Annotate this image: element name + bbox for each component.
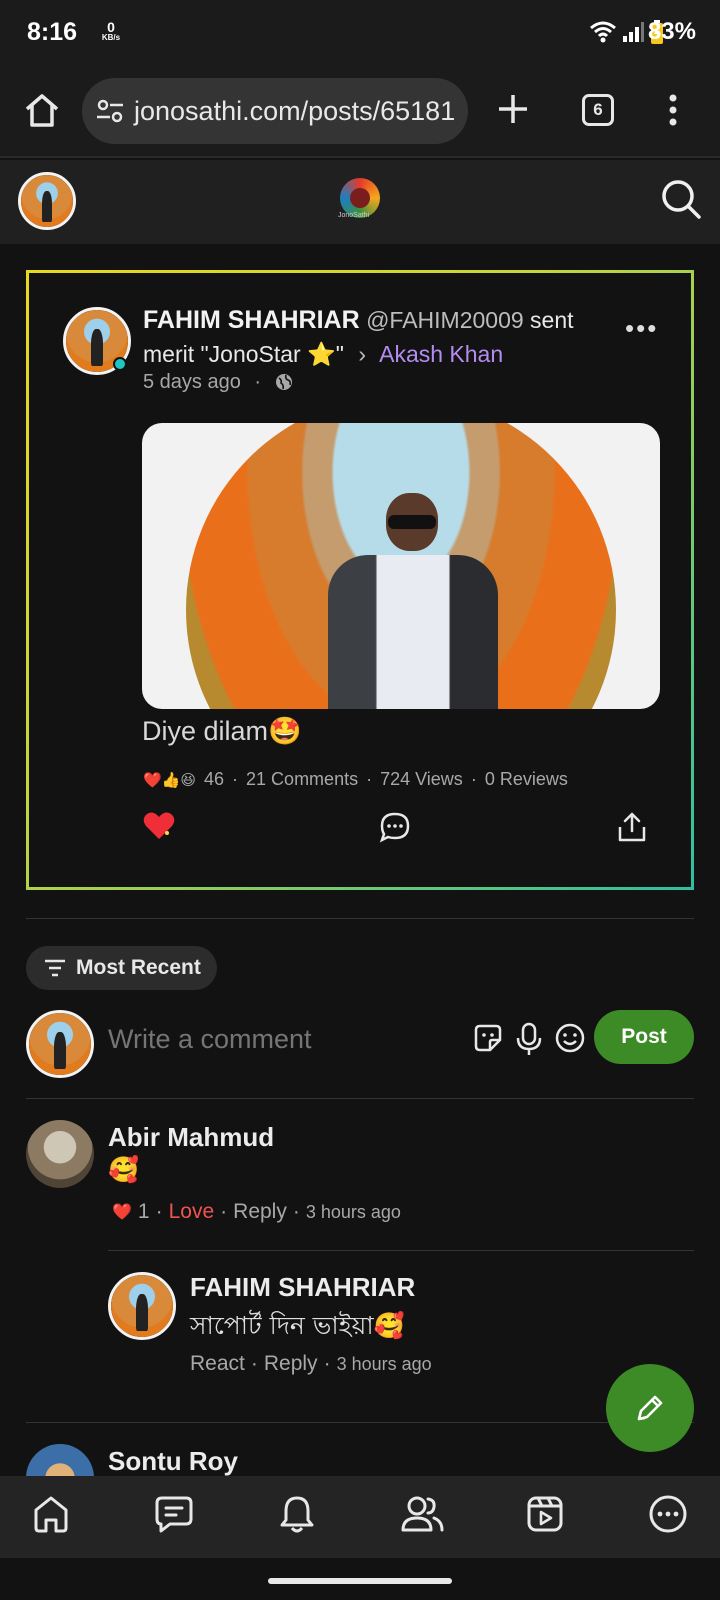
reply-button[interactable]: Reply (233, 1200, 287, 1224)
avatar-image (29, 1013, 91, 1075)
comment-reaction-count[interactable]: 1 (138, 1200, 150, 1224)
comment-count[interactable]: 21 Comments (246, 769, 358, 790)
separator-dot: · (366, 769, 373, 789)
address-bar[interactable]: jonosathi.com/posts/65181 (82, 78, 468, 144)
separator-dot: · (292, 1200, 300, 1223)
bottom-navigation (0, 1476, 720, 1558)
divider (26, 918, 694, 919)
reply-author-avatar[interactable] (108, 1272, 176, 1340)
network-speed: 0 KB/s (96, 20, 126, 42)
reply-button[interactable]: Reply (264, 1352, 318, 1376)
avatar-image (111, 1275, 173, 1337)
post-header: FAHIM SHAHRIAR @FAHIM20009 sent merit "J… (143, 303, 613, 371)
url-text[interactable]: jonosathi.com/posts/65181 (134, 96, 455, 127)
search-icon[interactable] (660, 178, 702, 220)
network-speed-value: 0 (107, 19, 115, 35)
separator-dot: · (254, 371, 262, 393)
reaction-count[interactable]: 46 (204, 769, 224, 790)
browser-home-icon[interactable] (22, 90, 62, 130)
separator-dot: · (470, 769, 477, 789)
comment-text: 🥰 (108, 1156, 140, 1184)
post-card: FAHIM SHAHRIAR @FAHIM20009 sent merit "J… (26, 270, 694, 890)
gesture-area (0, 1558, 720, 1600)
divider (26, 1098, 694, 1099)
react-button[interactable]: React (190, 1352, 245, 1376)
post-caption: Diye dilam🤩 (142, 716, 302, 746)
love-button[interactable]: Love (169, 1200, 215, 1224)
pencil-icon (637, 1395, 663, 1421)
bell-icon[interactable] (278, 1494, 316, 1534)
love-reaction-icon[interactable] (143, 811, 175, 841)
sort-label: Most Recent (76, 956, 201, 979)
post-image[interactable] (142, 423, 660, 709)
divider (26, 1422, 694, 1423)
user-avatar[interactable] (18, 172, 76, 230)
comment-author-name[interactable]: Sontu Roy (108, 1446, 238, 1477)
network-speed-unit: KB/s (101, 33, 121, 42)
comment-meta: ❤️ 1 · Love · Reply · 3 hours ago (112, 1200, 401, 1224)
site-header: JonoSathi (0, 160, 720, 244)
reply-text: সাপোর্ট দিন ভাইয়া🥰 (190, 1311, 405, 1340)
reply-meta: React · Reply · 3 hours ago (190, 1352, 432, 1376)
reaction-emojis[interactable]: ❤️👍😆 (143, 771, 196, 789)
separator-dot: · (155, 1200, 163, 1223)
comment-time: 3 hours ago (305, 1201, 401, 1222)
users-icon[interactable] (400, 1494, 444, 1534)
status-time: 8:16 (27, 18, 78, 46)
separator-dot: · (232, 769, 239, 789)
review-count[interactable]: 0 Reviews (485, 769, 568, 790)
comment-author-name[interactable]: Abir Mahmud (108, 1122, 274, 1153)
tab-switcher-button[interactable]: 6 (582, 94, 614, 126)
photo-person (328, 493, 498, 709)
wifi-icon (590, 21, 616, 43)
video-icon[interactable] (526, 1494, 564, 1534)
chevron-right-icon: › (358, 341, 366, 367)
comment-input[interactable] (108, 1024, 458, 1055)
browser-toolbar: jonosathi.com/posts/65181 6 (0, 68, 720, 158)
comment-author-avatar[interactable] (26, 1120, 94, 1188)
comment-sort-button[interactable]: Most Recent (26, 946, 217, 990)
battery-percentage: 83% (647, 18, 696, 45)
online-indicator (113, 357, 127, 371)
photo-person-body (328, 555, 498, 709)
site-settings-icon[interactable] (96, 98, 124, 124)
heart-reaction-icon[interactable]: ❤️ (112, 1202, 132, 1222)
new-tab-icon[interactable] (496, 92, 530, 126)
reply-time: 3 hours ago (336, 1353, 432, 1374)
microphone-icon[interactable] (516, 1022, 542, 1056)
reply-author-name[interactable]: FAHIM SHAHRIAR (190, 1272, 415, 1303)
current-user-avatar (26, 1010, 94, 1078)
post-options-button[interactable]: ••• (625, 313, 658, 344)
more-icon[interactable] (648, 1494, 688, 1534)
emoji-icon[interactable] (554, 1022, 586, 1054)
globe-icon (275, 374, 292, 390)
home-icon[interactable] (32, 1494, 70, 1534)
divider (108, 1250, 694, 1251)
chat-icon[interactable] (154, 1494, 194, 1534)
share-icon[interactable] (617, 811, 647, 843)
comment-icon[interactable] (379, 811, 411, 843)
avatar-image (21, 175, 73, 227)
post-stats: ❤️👍😆 46 · 21 Comments · 724 Views · 0 Re… (143, 769, 568, 790)
status-bar: 8:16 0 KB/s 83% (0, 0, 720, 68)
signal-icon (623, 22, 644, 42)
post-author-name[interactable]: FAHIM SHAHRIAR (143, 306, 360, 334)
home-gesture-bar[interactable] (268, 1578, 452, 1584)
view-count: 724 Views (380, 769, 463, 789)
post-timestamp-row: 5 days ago · (143, 371, 293, 394)
site-logo-text: JonoSathi (338, 212, 370, 219)
post-time: 5 days ago (143, 371, 241, 393)
photo-person-sunglasses (388, 515, 436, 529)
create-post-button[interactable] (606, 1364, 694, 1452)
separator-dot: · (323, 1352, 331, 1375)
post-target-user[interactable]: Akash Khan (379, 341, 503, 367)
sticker-icon[interactable] (472, 1022, 504, 1054)
filter-icon (45, 959, 65, 977)
post-comment-button[interactable]: Post (594, 1010, 694, 1064)
separator-dot: · (220, 1200, 228, 1223)
browser-menu-icon[interactable] (668, 94, 678, 126)
separator-dot: · (250, 1352, 258, 1375)
post-author-handle[interactable]: @FAHIM20009 (366, 307, 524, 333)
